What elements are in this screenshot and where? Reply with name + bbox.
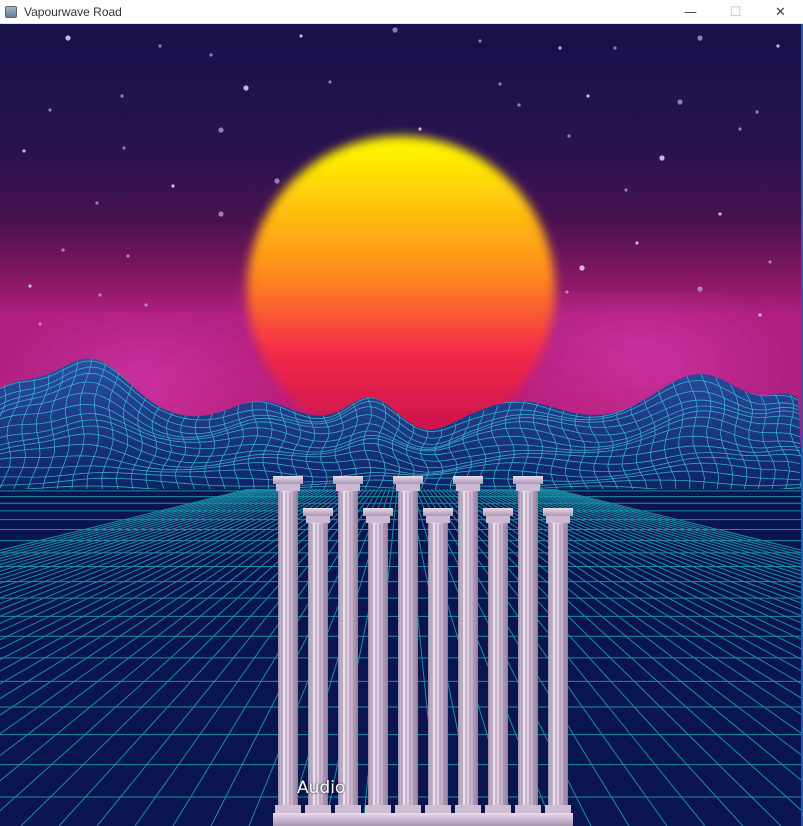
caption-text: Audio — [297, 778, 346, 798]
close-button[interactable]: ✕ — [758, 0, 803, 24]
sun — [247, 136, 555, 444]
window-title: Vapourwave Road — [24, 4, 122, 19]
app-icon — [5, 5, 17, 18]
minimize-button[interactable]: — — [668, 0, 713, 24]
game-canvas[interactable] — [0, 24, 803, 826]
maximize-button[interactable]: ☐ — [713, 0, 758, 24]
window-controls: — ☐ ✕ — [668, 0, 803, 24]
title-bar[interactable]: Vapourwave Road — ☐ ✕ — [0, 0, 803, 24]
game-window: Vapourwave Road — ☐ ✕ Audio — [0, 0, 803, 826]
